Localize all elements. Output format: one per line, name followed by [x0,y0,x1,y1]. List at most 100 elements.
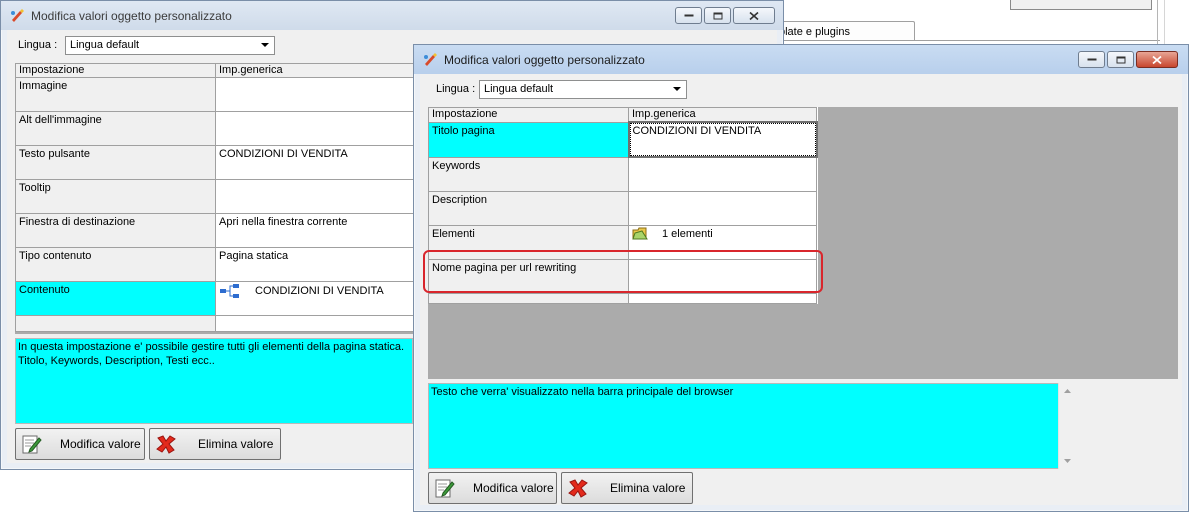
tree-structure-icon [220,284,239,298]
table-row[interactable]: Finestra di destinazione Apri nella fine… [15,213,414,248]
setting-cell[interactable] [428,293,629,304]
back-window-title: Modifica valori oggetto personalizzato [31,9,232,23]
back-description: In questa impostazione e' possibile gest… [15,338,413,424]
back-titlebar[interactable]: Modifica valori oggetto personalizzato [1,1,783,30]
chevron-down-icon [673,87,681,91]
maximize-button[interactable] [704,7,731,24]
front-settings-grid: Impostazione Imp.generica Titolo pagina … [428,107,1178,379]
background-divider [1157,0,1158,44]
close-button[interactable] [1136,51,1178,68]
column-header-value[interactable]: Imp.generica [215,63,414,78]
edit-icon [22,435,42,454]
column-header-setting[interactable]: Impostazione [428,107,629,123]
value-cell[interactable]: 1 elementi [628,225,817,260]
setting-cell[interactable]: Titolo pagina [428,121,629,158]
language-select-value: Lingua default [484,83,554,95]
delete-value-label: Elimina valore [610,481,686,495]
table-row-selected[interactable]: Contenuto CONDIZIONI DI VENDITA [15,281,414,316]
front-titlebar[interactable]: Modifica valori oggetto personalizzato [414,45,1188,74]
table-row[interactable] [428,293,817,304]
background-tab-line [770,40,1160,41]
maximize-button[interactable] [1107,51,1134,68]
table-row[interactable]: Keywords [428,156,817,192]
close-icon [749,11,759,20]
background-divider-2 [1164,0,1165,44]
value-cell[interactable] [215,179,414,214]
setting-cell[interactable]: Keywords [428,156,629,192]
folder-icon [632,227,648,240]
app-icon [424,53,437,66]
edit-icon [435,479,455,498]
value-cell[interactable] [628,156,817,192]
setting-cell[interactable]: Description [428,191,629,226]
table-row[interactable]: Nome pagina per url rewriting [428,259,817,294]
table-row[interactable]: Elementi 1 elementi [428,225,817,260]
front-window-title: Modifica valori oggetto personalizzato [444,53,645,67]
value-cell[interactable] [628,259,817,294]
scroll-up-icon [1064,389,1071,393]
table-row-selected[interactable]: Titolo pagina CONDIZIONI DI VENDITA [428,121,818,158]
value-cell[interactable]: Pagina statica [215,247,414,282]
value-cell[interactable] [628,191,817,226]
edit-value-label: Modifica valore [473,481,554,495]
setting-cell[interactable]: Contenuto [15,281,216,316]
value-cell[interactable] [215,111,414,146]
value-text: CONDIZIONI DI VENDITA [255,284,384,297]
delete-x-icon [568,479,588,498]
maximize-icon [1116,56,1125,63]
scroll-down-icon [1064,459,1071,463]
value-cell[interactable] [215,315,414,332]
setting-cell[interactable]: Tooltip [15,179,216,214]
app-icon [11,9,24,22]
edit-value-button[interactable]: Modifica valore [428,472,557,504]
language-label: Lingua : [18,39,58,51]
minimize-icon [1087,58,1096,60]
table-row[interactable]: Tipo contenuto Pagina statica [15,247,414,282]
setting-cell[interactable]: Nome pagina per url rewriting [428,259,629,294]
front-client: Lingua : Lingua default Impostazione Imp… [420,74,1182,505]
value-cell[interactable]: CONDIZIONI DI VENDITA [215,145,414,180]
setting-cell[interactable]: Finestra di destinazione [15,213,216,248]
table-row[interactable]: Testo pulsante CONDIZIONI DI VENDITA [15,145,414,180]
front-window: Modifica valori oggetto personalizzato L… [413,44,1189,512]
table-row[interactable]: Description [428,191,817,226]
close-button[interactable] [733,7,775,24]
language-select[interactable]: Lingua default [479,80,687,99]
edit-value-button[interactable]: Modifica valore [15,428,145,460]
minimize-button[interactable] [675,7,702,24]
language-select[interactable]: Lingua default [65,36,275,55]
description-scrollbar[interactable] [1058,383,1076,469]
value-cell[interactable]: Apri nella finestra corrente [215,213,414,248]
maximize-icon [713,12,722,19]
value-cell[interactable] [628,293,817,304]
edit-value-label: Modifica valore [60,437,141,451]
minimize-button[interactable] [1078,51,1105,68]
setting-cell[interactable]: Elementi [428,225,629,260]
table-row[interactable]: Alt dell'immagine [15,111,414,146]
delete-value-button[interactable]: Elimina valore [561,472,693,504]
value-cell[interactable]: CONDIZIONI DI VENDITA [215,281,414,316]
setting-cell[interactable]: Alt dell'immagine [15,111,216,146]
background-tab[interactable]: plate e plugins [770,21,915,40]
language-select-value: Lingua default [70,39,140,51]
background-button[interactable] [1010,0,1152,10]
value-cell[interactable] [215,77,414,112]
column-header-value[interactable]: Imp.generica [628,107,817,123]
language-label: Lingua : [436,83,476,95]
column-header-setting[interactable]: Impostazione [15,63,216,78]
delete-value-button[interactable]: Elimina valore [149,428,281,460]
setting-cell[interactable]: Testo pulsante [15,145,216,180]
delete-value-label: Elimina valore [198,437,274,451]
setting-cell[interactable] [15,315,216,332]
value-cell-editing[interactable]: CONDIZIONI DI VENDITA [627,121,818,158]
table-row[interactable] [15,315,414,332]
value-text: 1 elementi [662,228,713,240]
front-description: Testo che verra' visualizzato nella barr… [428,383,1064,469]
delete-x-icon [156,435,176,454]
close-icon [1152,55,1162,64]
table-row[interactable]: Tooltip [15,179,414,214]
setting-cell[interactable]: Immagine [15,77,216,112]
setting-cell[interactable]: Tipo contenuto [15,247,216,282]
table-row[interactable]: Immagine [15,77,414,112]
back-settings-grid: Impostazione Imp.generica Immagine Alt d… [15,63,414,334]
